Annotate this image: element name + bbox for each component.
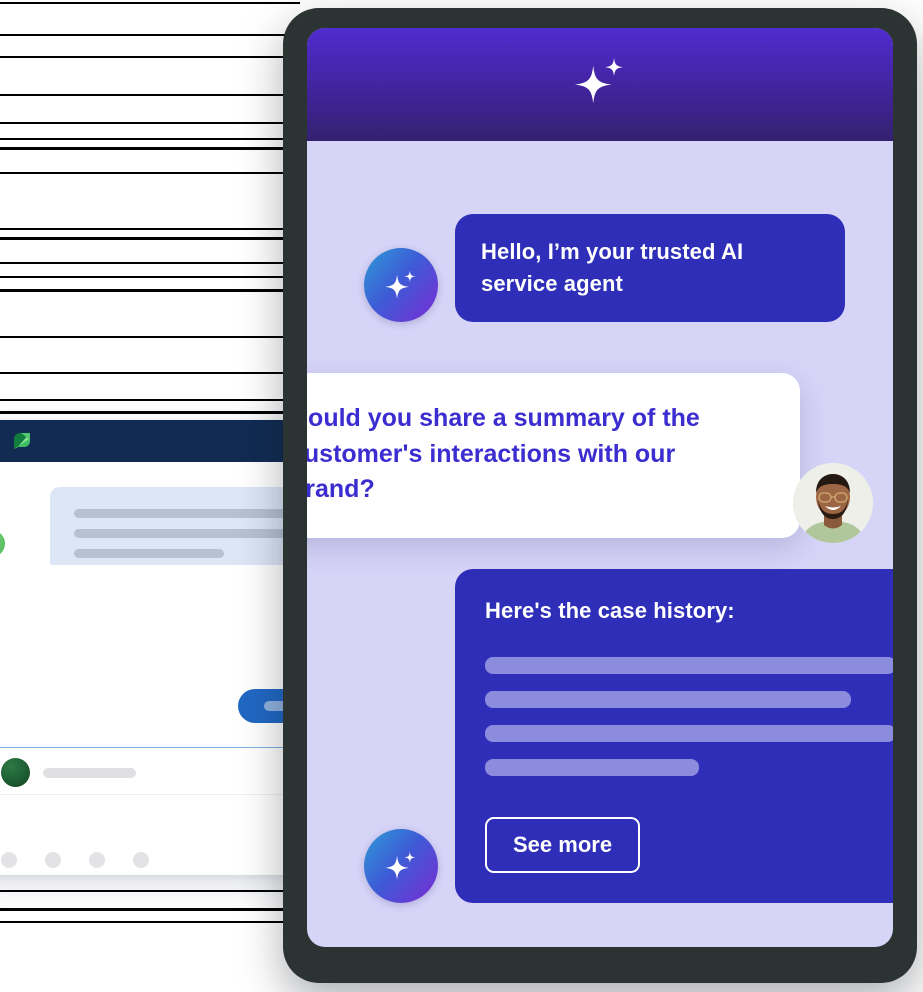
rule-line [0, 228, 300, 230]
compose-tool-icon[interactable] [89, 852, 105, 868]
sprout-app-header [0, 420, 318, 462]
compose-tool-icon[interactable] [45, 852, 61, 868]
rule-line [0, 890, 300, 892]
skeleton-bar [485, 724, 893, 742]
chat-thread: Hello, I’m your trusted AI service agent… [307, 141, 893, 947]
rule-line [0, 289, 300, 292]
compose-tool-icon[interactable] [133, 852, 149, 868]
ai-greeting-bubble: Hello, I’m your trusted AI service agent [455, 214, 845, 322]
rule-line [0, 411, 300, 414]
skeleton-bar [74, 529, 318, 538]
skeleton-bar [485, 690, 851, 708]
user-question-bubble: Could you share a summary of the custome… [307, 373, 800, 538]
sprout-leaf-logo-icon [10, 429, 34, 453]
online-status-dot [0, 530, 5, 557]
rule-line [0, 372, 300, 374]
chat-app-header [307, 28, 893, 141]
rule-line [0, 276, 300, 278]
rule-line [0, 399, 300, 401]
skeleton-bar [74, 549, 224, 558]
tablet-device: Hello, I’m your trusted AI service agent… [283, 8, 917, 983]
rule-line [0, 94, 300, 96]
ai-case-history-bubble: Here's the case history: See more [455, 569, 893, 903]
ai-sparkle-avatar-icon [364, 828, 438, 903]
rule-line [0, 122, 300, 124]
user-photo-avatar [793, 463, 873, 543]
compose-name-placeholder [43, 768, 136, 778]
rule-line [0, 908, 300, 911]
rule-line [0, 56, 300, 58]
see-more-button[interactable]: See more [485, 816, 641, 873]
chat-message-greeting: Hello, I’m your trusted AI service agent [364, 214, 845, 322]
tablet-screen: Hello, I’m your trusted AI service agent… [307, 28, 893, 947]
compose-divider [0, 794, 307, 795]
compose-tool-icon[interactable] [1, 852, 17, 868]
illustration-stage: Hello, I’m your trusted AI service agent… [0, 0, 923, 992]
rule-line [0, 172, 300, 174]
rule-line [0, 2, 300, 4]
compose-toolbar [1, 852, 149, 868]
rule-line [0, 138, 300, 140]
sprout-app-window [0, 420, 318, 875]
rule-line [0, 237, 300, 240]
rule-line [0, 147, 300, 150]
compose-avatar [1, 758, 30, 787]
sprout-app-body [0, 462, 318, 875]
sparkle-icon [569, 52, 631, 114]
rule-line [0, 262, 300, 264]
case-history-title: Here's the case history: [485, 598, 735, 623]
skeleton-bar [74, 509, 318, 518]
rule-line [0, 336, 300, 338]
inbox-message-card [50, 487, 318, 565]
compose-header-row [0, 748, 307, 794]
chat-message-case-history: Here's the case history: See more [364, 569, 893, 903]
rule-line [0, 921, 300, 923]
skeleton-bar [485, 656, 893, 674]
rule-line [0, 34, 300, 36]
compose-reply-box[interactable] [0, 747, 308, 875]
skeleton-bar [485, 758, 699, 776]
ai-sparkle-avatar-icon [364, 247, 438, 322]
